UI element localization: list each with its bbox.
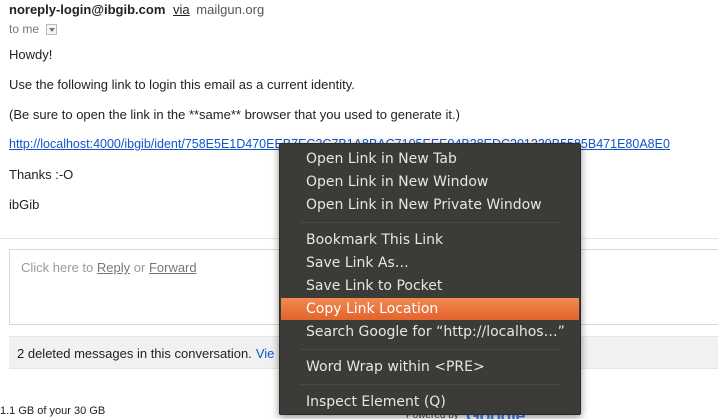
reply-prompt: Click here to Reply or Forward [21, 260, 197, 275]
to-label: to me [9, 22, 40, 36]
menu-item-label: Search Google for “http://localhos…” [306, 324, 565, 340]
view-deleted-link[interactable]: Vie [256, 346, 275, 361]
or-text: or [133, 260, 146, 275]
thanks-text: Thanks :-O [9, 167, 74, 182]
menu-item-label: Open Link in New Tab [306, 151, 457, 167]
menu-separator [300, 222, 560, 223]
menu-open-private-window[interactable]: Open Link in New Private Window [281, 194, 579, 216]
menu-save-link-as[interactable]: Save Link As… [281, 252, 579, 274]
via-domain: mailgun.org [196, 2, 265, 17]
menu-word-wrap[interactable]: Word Wrap within <PRE> [281, 356, 579, 378]
menu-item-label: Save Link to Pocket [306, 278, 443, 294]
note-text: (Be sure to open the link in the **same*… [9, 107, 460, 122]
deleted-messages-text: 2 deleted messages in this conversation.… [17, 346, 274, 361]
reply-link[interactable]: Reply [97, 260, 130, 275]
recipient-line: to me [9, 22, 58, 36]
menu-save-to-pocket[interactable]: Save Link to Pocket [281, 275, 579, 297]
menu-item-label: Save Link As… [306, 255, 409, 271]
signature-text: ibGib [9, 197, 40, 212]
menu-bookmark-link[interactable]: Bookmark This Link [281, 229, 579, 251]
via-link[interactable]: via [173, 2, 190, 17]
menu-item-label: Open Link in New Private Window [306, 197, 542, 213]
greeting-text: Howdy! [9, 47, 53, 62]
reply-prefix: Click here to [21, 260, 94, 275]
forward-link[interactable]: Forward [149, 260, 197, 275]
menu-item-label: Bookmark This Link [306, 232, 444, 248]
menu-item-label: Copy Link Location [306, 301, 439, 317]
sender-email[interactable]: noreply-login@ibgib.com [9, 2, 165, 17]
show-details-dropdown-icon[interactable] [46, 24, 58, 35]
menu-inspect-element[interactable]: Inspect Element (Q) [281, 391, 579, 413]
menu-separator [300, 349, 560, 350]
menu-open-new-window[interactable]: Open Link in New Window [281, 171, 579, 193]
menu-search-google[interactable]: Search Google for “http://localhos…” [281, 321, 579, 343]
menu-open-new-tab[interactable]: Open Link in New Tab [281, 148, 579, 170]
storage-usage: 1.1 GB of your 30 GB [0, 405, 106, 417]
sender-line: noreply-login@ibgib.com via mailgun.org [9, 2, 264, 17]
deleted-count-text: 2 deleted messages in this conversation. [17, 346, 252, 361]
link-context-menu: Open Link in New Tab Open Link in New Wi… [279, 143, 581, 415]
menu-separator [300, 384, 560, 385]
menu-copy-link-location[interactable]: Copy Link Location [281, 298, 579, 320]
instruction-text: Use the following link to login this ema… [9, 77, 355, 92]
menu-item-label: Inspect Element (Q) [306, 394, 446, 410]
menu-item-label: Open Link in New Window [306, 174, 489, 190]
menu-item-label: Word Wrap within <PRE> [306, 359, 485, 375]
